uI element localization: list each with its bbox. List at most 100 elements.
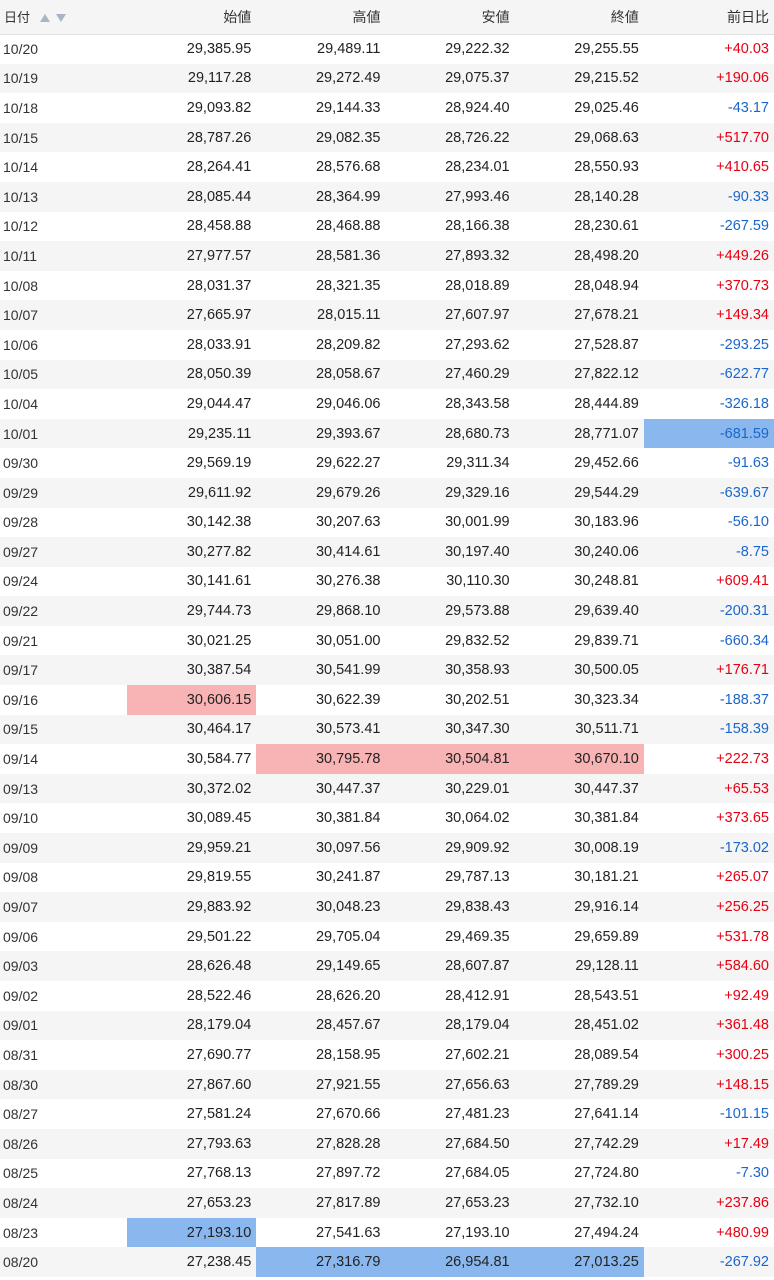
cell-high: 30,447.37	[315, 780, 381, 797]
table-row: 10/01 29,235.11 29,393.67 28,680.73 28,771.0…	[0, 418, 774, 449]
cell-change: +370.73	[716, 277, 769, 294]
cell-open: 27,867.60	[186, 1076, 252, 1093]
cell-close: 28,498.20	[574, 247, 639, 264]
cell-date: 09/01	[3, 1017, 39, 1034]
cell-high: 27,817.89	[315, 1194, 381, 1211]
cell-date: 08/27	[3, 1106, 39, 1123]
column-header-date[interactable]: 日付	[0, 0, 128, 35]
cell-low: 26,954.81	[385, 1247, 515, 1277]
cell-date: 09/22	[3, 603, 39, 620]
cell-date: 09/28	[3, 514, 39, 531]
cell-low: 27,684.50	[445, 1135, 510, 1152]
cell-open: 27,653.23	[186, 1194, 252, 1211]
table-row: 10/11 27,977.57 28,581.36 27,893.32 28,498.2…	[0, 241, 774, 271]
cell-open: 27,690.77	[186, 1046, 252, 1063]
table-row: 09/15 30,464.17 30,573.41 30,347.30 30,511.7…	[0, 714, 774, 745]
cell-open: 28,787.26	[186, 129, 252, 146]
cell-low: 28,343.58	[445, 395, 510, 412]
cell-change: +300.25	[716, 1046, 769, 1063]
cell-change: +237.86	[716, 1194, 769, 1211]
cell-high: 30,276.38	[315, 573, 381, 590]
cell-close: 27,732.10	[574, 1194, 639, 1211]
cell-date: 08/24	[3, 1194, 39, 1211]
cell-date: 10/05	[3, 366, 39, 383]
cell-close: 28,543.51	[574, 987, 639, 1004]
cell-close: 27,724.80	[574, 1165, 639, 1182]
cell-date: 09/03	[3, 958, 39, 975]
cell-close: 29,068.63	[574, 129, 639, 146]
cell-open: 28,031.37	[186, 277, 252, 294]
cell-high: 30,207.63	[315, 514, 381, 531]
table-row: 08/27 27,581.24 27,670.66 27,481.23 27,641.1…	[0, 1099, 774, 1129]
cell-high: 29,679.26	[315, 484, 381, 501]
table-row: 09/24 30,141.61 30,276.38 30,110.30 30,248.8…	[0, 567, 774, 597]
cell-low: 30,229.01	[445, 780, 510, 797]
table-row: 09/17 30,387.54 30,541.99 30,358.93 30,500.0…	[0, 655, 774, 686]
cell-open: 28,522.46	[186, 987, 252, 1004]
cell-high: 29,489.11	[317, 41, 381, 58]
cell-change: +222.73	[716, 751, 769, 768]
table-row: 08/23 27,193.10 27,541.63 27,193.10 27,494.2…	[0, 1217, 774, 1248]
cell-low: 27,602.21	[445, 1046, 510, 1063]
table-row: 10/05 28,050.39 28,058.67 27,460.29 27,822.1…	[0, 359, 774, 390]
sort-control[interactable]	[38, 11, 67, 26]
cell-open: 29,093.82	[186, 99, 252, 116]
cell-low: 27,684.05	[445, 1165, 510, 1182]
cell-change: -622.77	[719, 366, 769, 383]
cell-high: 29,082.35	[315, 129, 381, 146]
table-row: 08/31 27,690.77 28,158.95 27,602.21 28,089.5…	[0, 1040, 774, 1070]
cell-high: 28,015.11	[317, 307, 381, 324]
cell-date: 10/14	[3, 159, 39, 176]
sort-ascending-icon[interactable]	[40, 14, 51, 23]
cell-close: 30,323.34	[574, 691, 639, 708]
cell-change: -90.33	[727, 188, 769, 205]
cell-high: 27,541.63	[315, 1224, 381, 1241]
cell-change: -293.25	[719, 336, 769, 353]
cell-open: 29,959.21	[186, 839, 252, 856]
cell-date: 09/17	[3, 662, 39, 679]
cell-open: 28,050.39	[186, 366, 252, 383]
cell-open: 28,626.48	[186, 958, 252, 975]
table-row: 09/16 30,606.15 30,622.39 30,202.51 30,323.3…	[0, 685, 774, 715]
cell-change: +17.49	[724, 1135, 769, 1152]
cell-low: 29,573.88	[445, 603, 510, 620]
cell-date: 09/24	[3, 573, 39, 590]
cell-high: 30,622.39	[315, 691, 381, 708]
cell-date: 09/06	[3, 928, 39, 945]
cell-high: 29,272.49	[315, 70, 381, 87]
table-row: 09/07 29,883.92 30,048.23 29,838.43 29,916.1…	[0, 892, 774, 922]
cell-open: 27,768.13	[186, 1165, 252, 1182]
cell-open: 28,085.44	[186, 188, 252, 205]
cell-low: 29,469.35	[445, 928, 510, 945]
cell-open: 27,665.97	[186, 307, 252, 324]
cell-low: 28,179.04	[445, 1017, 510, 1034]
column-header-high: 高値	[256, 0, 386, 35]
cell-high: 28,321.35	[315, 277, 381, 294]
cell-high: 28,457.67	[315, 1017, 381, 1034]
cell-high: 29,868.10	[315, 603, 381, 620]
cell-close: 28,140.28	[574, 188, 639, 205]
table-row: 10/18 29,093.82 29,144.33 28,924.40 29,025.4…	[0, 93, 774, 123]
cell-open: 30,141.61	[186, 573, 252, 590]
table-row: 09/28 30,142.38 30,207.63 30,001.99 30,183.9…	[0, 508, 774, 538]
table-row: 08/26 27,793.63 27,828.28 27,684.50 27,742.2…	[0, 1128, 774, 1159]
cell-close: 29,128.11	[575, 958, 639, 975]
table-row: 09/09 29,959.21 30,097.56 29,909.92 30,008.1…	[0, 833, 774, 863]
cell-high: 27,670.66	[315, 1106, 381, 1123]
cell-change: +65.53	[724, 780, 769, 797]
table-row: 09/14 30,584.77 30,795.78 30,504.81 30,670.1…	[0, 744, 774, 774]
cell-high: 28,158.95	[315, 1046, 381, 1063]
cell-change: -267.92	[719, 1254, 769, 1271]
cell-high: 27,316.79	[256, 1247, 386, 1277]
table-row: 10/14 28,264.41 28,576.68 28,234.01 28,550.9…	[0, 152, 774, 182]
cell-low: 30,202.51	[445, 691, 510, 708]
sort-descending-icon[interactable]	[56, 14, 67, 23]
cell-open: 27,793.63	[186, 1135, 252, 1152]
cell-change: +176.71	[716, 662, 769, 679]
cell-open: 30,277.82	[186, 543, 252, 560]
cell-low: 28,234.01	[445, 159, 510, 176]
table-row: 10/19 29,117.28 29,272.49 29,075.37 29,215.5…	[0, 63, 774, 94]
cell-close: 30,447.37	[574, 780, 639, 797]
cell-open: 28,458.88	[186, 218, 252, 235]
cell-date: 08/25	[3, 1165, 39, 1182]
